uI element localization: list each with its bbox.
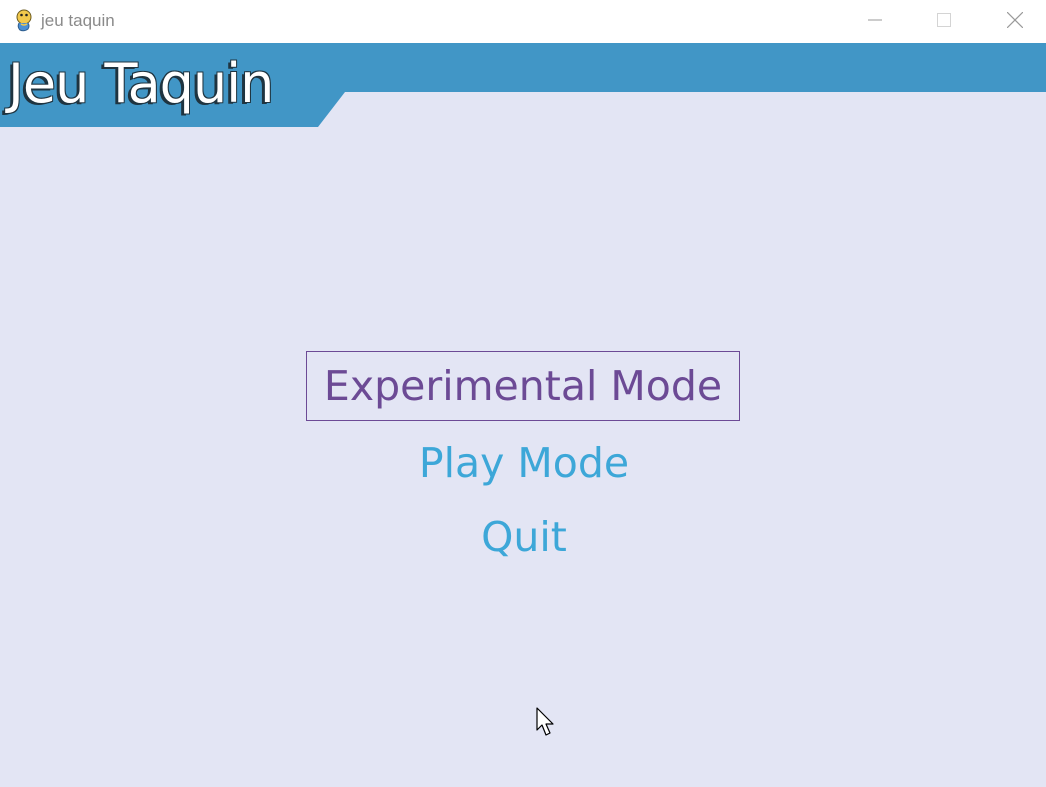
menu-item-quit[interactable]: Quit: [306, 513, 742, 561]
window-title: jeu taquin: [41, 11, 115, 30]
title-bar[interactable]: jeu taquin: [0, 0, 1046, 43]
menu-item-label: Play Mode: [418, 439, 630, 487]
page-title: Jeu Taquin: [8, 52, 274, 115]
menu-item-experimental-mode[interactable]: Experimental Mode: [306, 351, 740, 421]
maximize-button[interactable]: [909, 0, 979, 40]
minimize-button[interactable]: [840, 0, 910, 40]
arrow-pointer-icon: [536, 707, 554, 736]
close-button[interactable]: [980, 0, 1046, 40]
menu-item-label: Experimental Mode: [323, 362, 723, 410]
close-icon: [1007, 12, 1023, 28]
python-snake-icon: [16, 9, 32, 32]
app-window: jeu taquin Jeu Taquin Experimental Mode …: [0, 0, 1046, 787]
minimize-icon: [868, 19, 882, 21]
menu-item-label: Quit: [481, 513, 567, 561]
maximize-icon: [937, 13, 951, 27]
menu-item-play-mode[interactable]: Play Mode: [306, 439, 742, 487]
